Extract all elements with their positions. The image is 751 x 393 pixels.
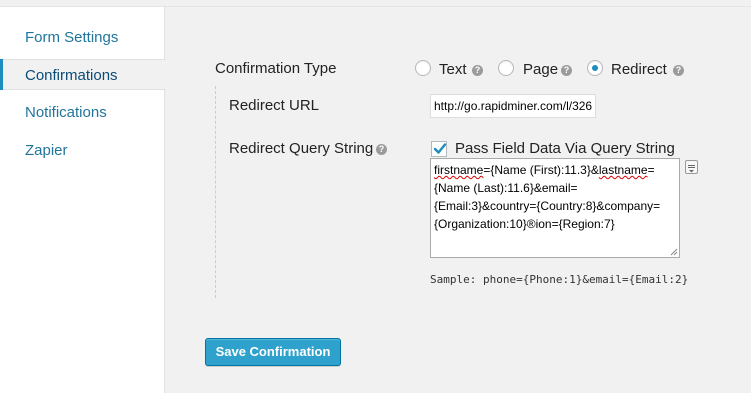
radio-redirect[interactable]	[587, 60, 603, 76]
sidebar-item-form-settings[interactable]: Form Settings	[0, 22, 164, 53]
pass-field-data-label: Pass Field Data Via Query String	[455, 140, 675, 157]
sidebar-item-confirmations[interactable]: Confirmations	[0, 59, 166, 90]
section-divider	[215, 86, 216, 298]
merge-tag-icon[interactable]	[685, 160, 698, 174]
question-circle-icon[interactable]: ?	[561, 65, 572, 76]
question-circle-icon[interactable]: ?	[673, 65, 684, 76]
redirect-url-label: Redirect URL	[229, 97, 320, 114]
checkmark-icon	[433, 143, 447, 154]
sidebar-item-zapier[interactable]: Zapier	[0, 135, 164, 166]
radio-page-label: Page	[523, 61, 559, 78]
merge-tag-glyph-icon	[688, 165, 695, 173]
query-string-sample: Sample: phone={Phone:1}&email={Email:2}	[430, 273, 689, 286]
radio-redirect-label: Redirect	[611, 61, 667, 78]
question-circle-icon[interactable]: ?	[376, 144, 387, 155]
sidebar-item-notifications[interactable]: Notifications	[0, 97, 164, 128]
resize-grip-icon[interactable]	[670, 248, 678, 256]
question-circle-icon[interactable]: ?	[472, 65, 483, 76]
radio-page[interactable]	[498, 60, 514, 76]
redirect-url-input[interactable]: http://go.rapidminer.com/l/326	[430, 94, 596, 118]
query-string-part: firstname	[434, 163, 484, 177]
radio-text[interactable]	[415, 60, 431, 76]
save-confirmation-button[interactable]: Save Confirmation	[205, 338, 341, 366]
query-string-part: lastname	[598, 163, 648, 177]
confirmation-type-label: Confirmation Type	[215, 60, 337, 77]
radio-text-label: Text	[439, 61, 467, 78]
query-string-part: ={Name (First):11.3}&	[483, 163, 599, 177]
redirect-query-string-label: Redirect Query String	[229, 140, 374, 157]
pass-field-data-checkbox[interactable]	[431, 141, 447, 157]
top-border	[0, 0, 751, 7]
settings-sidebar: Form Settings Confirmations Notification…	[0, 7, 166, 393]
query-string-textarea[interactable]: firstname={Name (First):11.3}&lastname={…	[430, 158, 680, 258]
